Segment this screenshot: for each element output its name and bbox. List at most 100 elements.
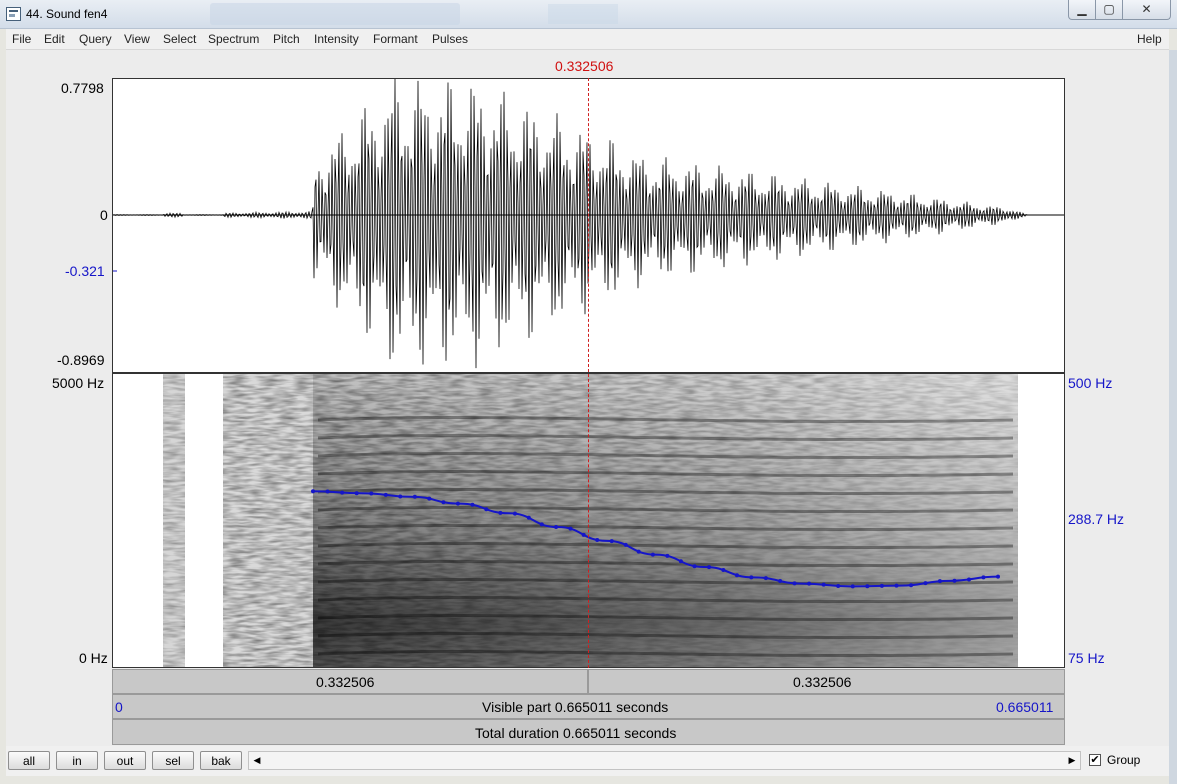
visible-start-label: 0 (115, 699, 123, 715)
pitch-top-label: 500 Hz (1068, 375, 1113, 391)
waveform-ymin-label: -0.8969 (57, 352, 105, 368)
menu-query[interactable]: Query (79, 32, 112, 46)
pitch-point (865, 584, 870, 589)
spectrogram-fmin-label: 0 Hz (79, 650, 108, 666)
pitch-point (821, 582, 826, 587)
pitch-point (778, 579, 783, 584)
checkbox-icon: ✔ (1090, 754, 1100, 766)
pitch-point (455, 501, 460, 506)
pitch-point (512, 511, 517, 516)
maximize-button[interactable]: ▢ (1095, 0, 1123, 20)
pitch-point (526, 515, 531, 520)
close-button[interactable]: ✕ (1122, 0, 1171, 20)
timebar-left-label: 0.332506 (316, 674, 375, 690)
pitch-point (807, 581, 812, 586)
menu-file[interactable]: File (12, 32, 31, 46)
zoom-all-button[interactable]: all (8, 751, 50, 770)
menu-select[interactable]: Select (163, 32, 196, 46)
pitch-point (937, 579, 942, 584)
pitch-point (383, 492, 388, 497)
window-title: 44. Sound fen4 (26, 7, 108, 21)
close-icon: ✕ (1141, 2, 1152, 16)
pitch-point (721, 567, 726, 572)
group-label: Group (1107, 753, 1141, 767)
scroll-left-icon[interactable]: ◀ (249, 752, 265, 769)
pitch-point (554, 525, 559, 530)
zoom-out-button[interactable]: out (104, 751, 146, 770)
waveform-zero-label: 0 (100, 207, 108, 223)
zoom-selection-button[interactable]: sel (152, 751, 194, 770)
pitch-point (484, 507, 489, 512)
menu-view[interactable]: View (124, 32, 150, 46)
pitch-point (749, 575, 754, 580)
visible-part-label: Visible part 0.665011 seconds (482, 699, 669, 715)
spectrogram-fmax-label: 5000 Hz (52, 375, 105, 391)
pitch-point (568, 526, 573, 531)
pitch-point (923, 581, 928, 586)
pitch-point (707, 565, 712, 570)
minimize-button[interactable]: ▁ (1068, 0, 1096, 20)
pitch-point (981, 575, 986, 580)
pitch-point (623, 542, 628, 547)
pitch-point (850, 584, 855, 589)
pitch-point (412, 494, 417, 499)
waveform-ymax-label: 0.7798 (61, 80, 104, 96)
pitch-point (539, 522, 544, 527)
pitch-point (354, 491, 359, 496)
pitch-point (836, 584, 841, 589)
horizontal-scrollbar[interactable]: ◀ ▶ (248, 751, 1081, 770)
menu-help[interactable]: Help (1137, 32, 1162, 46)
scroll-right-icon[interactable]: ▶ (1064, 752, 1080, 769)
pitch-point (967, 577, 972, 582)
pitch-bottom-label: 75 Hz (1068, 650, 1105, 666)
pitch-point (909, 583, 914, 588)
pitch-point (325, 489, 330, 494)
window-edge (1169, 50, 1177, 784)
pitch-point (792, 581, 797, 586)
pitch-cursor-label: 288.7 Hz (1068, 511, 1125, 527)
visible-part-bar[interactable]: 0 Visible part 0.665011 seconds 0.665011 (112, 694, 1065, 719)
timebar-right-segment[interactable]: 0.332506 (588, 669, 1065, 694)
pitch-point (678, 559, 683, 564)
timebar-left-segment[interactable]: 0.332506 (112, 669, 588, 694)
menu-edit[interactable]: Edit (44, 32, 65, 46)
group-checkbox[interactable]: ✔ (1089, 754, 1101, 766)
cursor-line[interactable] (588, 78, 589, 668)
menu-bar: File Edit Query View Select Spectrum Pit… (6, 29, 1169, 50)
pitch-point (763, 576, 768, 581)
pitch-point (650, 552, 655, 557)
pitch-point (952, 578, 957, 583)
pitch-point (879, 583, 884, 588)
background-window-blur-2 (548, 4, 618, 24)
pitch-point (498, 510, 503, 515)
maximize-icon: ▢ (1103, 2, 1115, 16)
zoom-in-button[interactable]: in (56, 751, 98, 770)
total-duration-bar[interactable]: Total duration 0.665011 seconds (112, 719, 1065, 745)
zoom-back-button[interactable]: bak (200, 751, 242, 770)
pitch-point (996, 574, 1000, 579)
minimize-icon: ▁ (1077, 2, 1087, 16)
total-duration-label: Total duration 0.665011 seconds (475, 725, 677, 741)
menu-formant[interactable]: Formant (373, 32, 418, 46)
pitch-point (441, 500, 446, 505)
pitch-point (311, 489, 315, 494)
menu-pulses[interactable]: Pulses (432, 32, 468, 46)
visible-end-label: 0.665011 (996, 699, 1054, 715)
menu-pitch[interactable]: Pitch (273, 32, 300, 46)
app-icon (6, 7, 21, 21)
pitch-point (595, 538, 600, 543)
timebar-right-label: 0.332506 (793, 674, 852, 690)
menu-intensity[interactable]: Intensity (314, 32, 359, 46)
pitch-point (369, 491, 374, 496)
pitch-point (581, 532, 586, 537)
pitch-point (398, 494, 403, 499)
pitch-point (734, 573, 739, 578)
background-window-blur (210, 3, 460, 25)
pitch-point (692, 564, 697, 569)
menu-spectrum[interactable]: Spectrum (208, 32, 259, 46)
pitch-point (470, 502, 475, 507)
title-bar: 44. Sound fen4 ▁ ▢ ✕ (0, 0, 1177, 29)
pitch-point (609, 539, 614, 544)
pitch-point (340, 490, 345, 495)
pitch-point (427, 496, 432, 501)
